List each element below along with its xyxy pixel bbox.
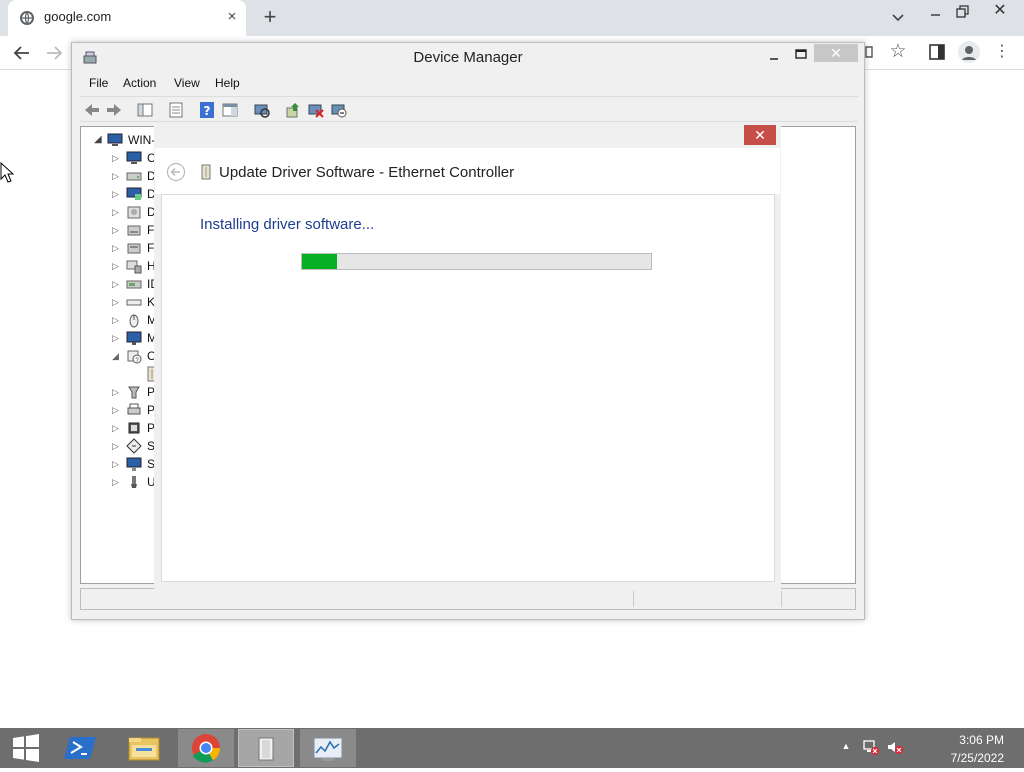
dialog-title: Update Driver Software - Ethernet Contro…: [219, 164, 515, 181]
browser-menu-icon[interactable]: ⋮: [994, 42, 1010, 62]
tree-root-label[interactable]: WIN-: [128, 133, 155, 147]
tree-expander[interactable]: ▷: [112, 225, 119, 236]
install-progress-bar: [301, 253, 652, 270]
tree-expander[interactable]: ▷: [112, 261, 119, 272]
monitor-icon: [126, 331, 142, 345]
print-queue-icon: [127, 403, 141, 415]
tree-expander[interactable]: ▷: [112, 153, 119, 164]
dvd-drive-icon: [127, 206, 141, 219]
forward-arrow-icon[interactable]: [42, 42, 66, 64]
profile-avatar-icon[interactable]: [958, 41, 980, 63]
disk-drive-icon: [126, 172, 142, 181]
volume-muted-icon[interactable]: [886, 738, 904, 756]
window-close-icon[interactable]: ✕: [988, 0, 1012, 22]
menu-bar: File Action View Help: [80, 74, 860, 94]
device-manager-close-button[interactable]: ✕: [814, 44, 858, 62]
new-tab-button[interactable]: +: [258, 5, 282, 29]
forward-arrow-icon[interactable]: [105, 101, 123, 119]
tree-expander[interactable]: ▷: [112, 315, 119, 326]
uninstall-device-icon[interactable]: [330, 101, 348, 119]
menu-action[interactable]: Action: [123, 76, 156, 90]
floppy-icon: [127, 225, 141, 236]
device-manager-title: Device Manager: [413, 49, 523, 66]
powershell-taskbar-icon[interactable]: [62, 729, 102, 767]
minimize-icon[interactable]: [926, 4, 946, 24]
network-disconnected-icon[interactable]: [862, 738, 880, 756]
clock-date[interactable]: 7/25/2022: [930, 751, 1004, 765]
device-manager-taskbar-icon[interactable]: [238, 729, 294, 767]
back-arrow-icon[interactable]: [10, 42, 34, 64]
ethernet-controller-icon: [201, 164, 211, 180]
scan-hardware-icon[interactable]: [253, 101, 271, 119]
tree-expander[interactable]: ▷: [112, 441, 119, 452]
computer-icon: [126, 151, 142, 164]
maximize-icon[interactable]: [793, 46, 809, 62]
menu-view[interactable]: View: [174, 76, 200, 90]
device-manager-toolbar: ?: [80, 96, 858, 122]
show-hidden-icons-icon[interactable]: ▲: [840, 741, 852, 753]
file-explorer-taskbar-icon[interactable]: [122, 729, 166, 767]
computer-icon: [107, 133, 123, 146]
software-device-icon: [126, 438, 142, 454]
start-button[interactable]: [6, 729, 46, 767]
processor-icon: [128, 422, 140, 434]
floppy-controller-icon: [127, 243, 141, 254]
globe-icon: [20, 11, 34, 25]
show-hide-console-tree-icon[interactable]: [136, 101, 154, 119]
update-driver-icon[interactable]: [284, 101, 302, 119]
tab-close-icon[interactable]: ×: [224, 8, 240, 26]
help-icon[interactable]: ?: [198, 101, 216, 119]
properties-icon[interactable]: [167, 101, 185, 119]
status-bar: [80, 588, 856, 610]
tree-expander[interactable]: ▷: [112, 243, 119, 254]
minimize-icon[interactable]: [766, 48, 782, 64]
tree-expander[interactable]: ◢: [112, 351, 119, 362]
tree-expander[interactable]: ▷: [112, 207, 119, 218]
tree-expander[interactable]: ▷: [112, 387, 119, 398]
menu-file[interactable]: File: [89, 76, 108, 90]
bookmark-star-icon[interactable]: ☆: [888, 42, 908, 62]
tree-expander[interactable]: ▷: [112, 477, 119, 488]
tree-expander[interactable]: ▷: [112, 189, 119, 200]
other-devices-icon: ?: [127, 350, 142, 364]
svg-text:?: ?: [204, 104, 211, 118]
back-arrow-icon[interactable]: [166, 162, 186, 182]
tree-expander[interactable]: ▷: [112, 297, 119, 308]
performance-monitor-taskbar-icon[interactable]: [300, 729, 356, 767]
tree-root-expander[interactable]: ◢: [94, 134, 102, 145]
tree-expander[interactable]: ▷: [112, 171, 119, 182]
mouse-icon: [129, 314, 139, 328]
mouse-cursor-icon: [0, 162, 14, 183]
install-status-text: Installing driver software...: [200, 216, 375, 233]
display-adapter-icon: [126, 187, 142, 200]
tree-expander[interactable]: ▷: [112, 333, 119, 344]
tree-expander[interactable]: ▷: [112, 279, 119, 290]
restore-icon[interactable]: [952, 2, 972, 22]
tree-expander[interactable]: ▷: [112, 459, 119, 470]
chrome-taskbar-icon[interactable]: [178, 729, 234, 767]
system-devices-icon: [126, 457, 142, 471]
chevron-down-icon[interactable]: [888, 7, 908, 27]
menu-help[interactable]: Help: [215, 76, 240, 90]
back-arrow-icon[interactable]: [83, 101, 101, 119]
keyboard-icon: [126, 299, 142, 306]
clock-time[interactable]: 3:06 PM: [930, 733, 1004, 747]
ports-icon: [128, 386, 140, 399]
disable-device-icon[interactable]: [307, 101, 325, 119]
ide-controller-icon: [126, 280, 142, 289]
install-progress-fill: [302, 254, 337, 269]
action-pane-icon[interactable]: [221, 101, 239, 119]
side-panel-icon[interactable]: [928, 43, 946, 61]
dialog-close-button[interactable]: ✕: [744, 125, 776, 145]
tree-expander[interactable]: ▷: [112, 405, 119, 416]
usb-controller-icon: [131, 476, 137, 488]
tree-expander[interactable]: ▷: [112, 423, 119, 434]
hid-icon: [126, 260, 142, 274]
tab-title: google.com: [44, 9, 112, 24]
